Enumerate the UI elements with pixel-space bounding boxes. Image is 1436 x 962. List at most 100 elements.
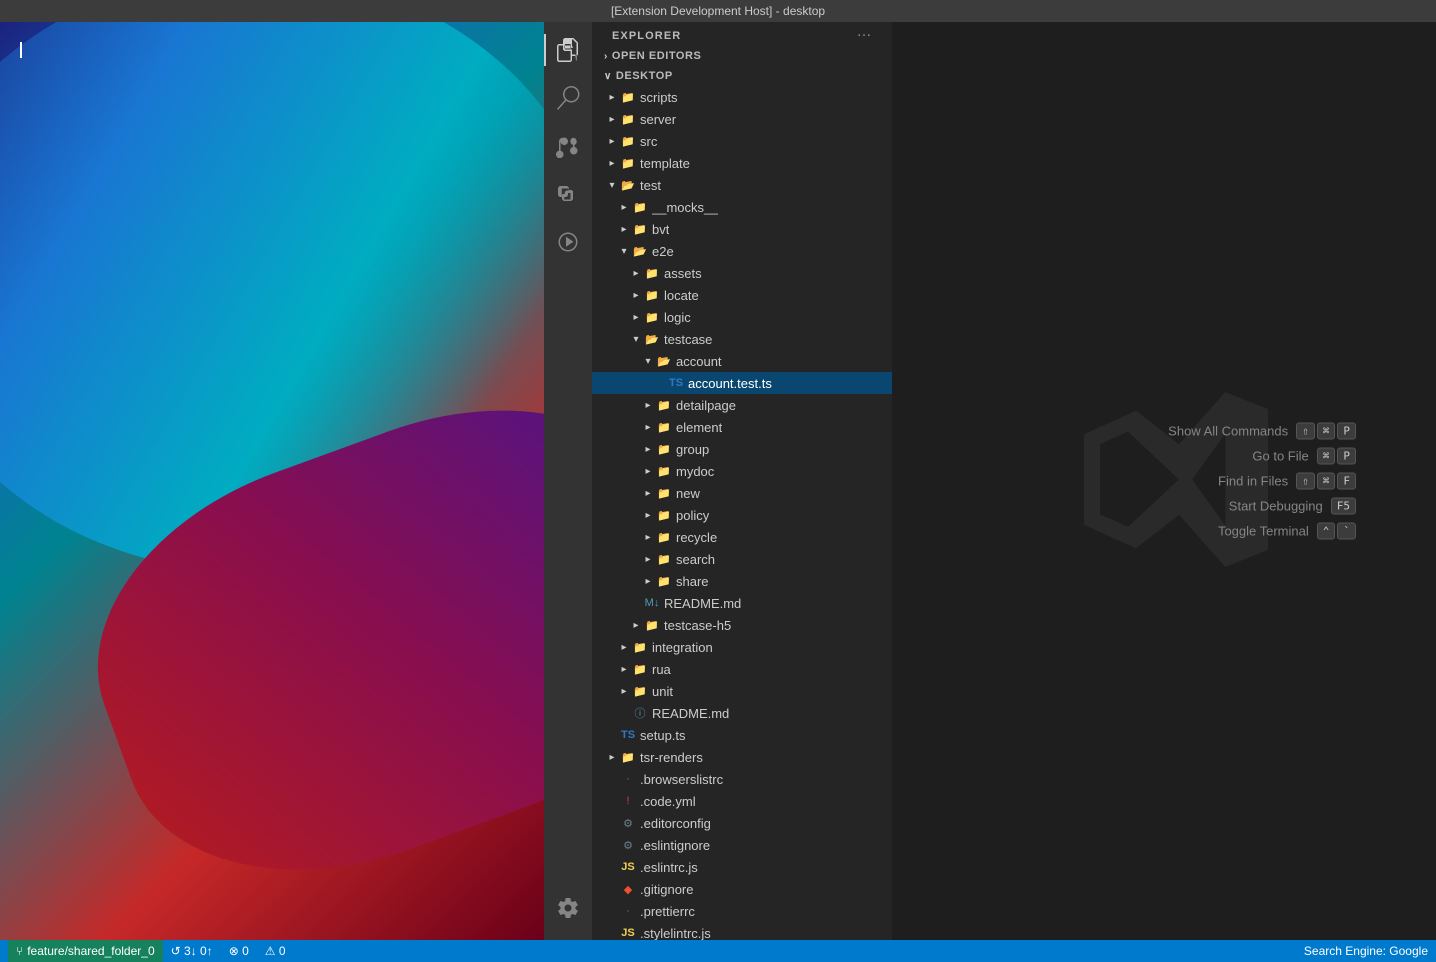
tree-item-logic[interactable]: ▸ 📁 logic (592, 306, 892, 328)
label-code-yml: .code.yml (640, 794, 696, 809)
icon-testcase-h5: 📁 (644, 617, 660, 633)
tree-item-__mocks__[interactable]: ▸ 📁 __mocks__ (592, 196, 892, 218)
tree-item-test[interactable]: ▾ 📂 test (592, 174, 892, 196)
label-stylelintrc: .stylelintrc.js (640, 926, 711, 941)
label-assets: assets (664, 266, 702, 281)
icon-group: 📁 (656, 441, 672, 457)
more-actions-icon[interactable]: ··· (858, 30, 872, 42)
tree-item-share[interactable]: ▸ 📁 share (592, 570, 892, 592)
icon-share: 📁 (656, 573, 672, 589)
folder-arrow-mydoc: ▸ (640, 466, 656, 477)
tree-item-assets[interactable]: ▸ 📁 assets (592, 262, 892, 284)
label-element: element (676, 420, 722, 435)
tree-item-README-root[interactable]: ⓘ README.md (592, 702, 892, 724)
tree-item-new[interactable]: ▸ 📁 new (592, 482, 892, 504)
tree-item-e2e[interactable]: ▾ 📂 e2e (592, 240, 892, 262)
toggle-terminal-label: Toggle Terminal (1218, 524, 1309, 539)
tree-item-testcase[interactable]: ▾ 📂 testcase (592, 328, 892, 350)
search-engine-label: Search Engine: Google (1304, 944, 1428, 958)
tree-item-eslintignore[interactable]: ⚙ .eslintignore (592, 834, 892, 856)
warnings-item[interactable]: ⚠ 0 (257, 940, 294, 962)
folder-arrow-tsr-renders: ▸ (604, 752, 620, 763)
tree-item-bvt[interactable]: ▸ 📁 bvt (592, 218, 892, 240)
folder-arrow-policy: ▸ (640, 510, 656, 521)
folder-arrow-template: ▸ (604, 158, 620, 169)
git-branch-item[interactable]: ⑂ feature/shared_folder_0 (8, 940, 163, 962)
status-bar-left: ⑂ feature/shared_folder_0 ↺ 3↓ 0↑ ⊗ 0 ⚠ … (0, 940, 294, 962)
source-control-activity-icon[interactable] (544, 122, 592, 170)
run-debug-activity-icon[interactable] (544, 218, 592, 266)
icon-__mocks__: 📁 (632, 199, 648, 215)
key-shift: ⇧ (1296, 423, 1315, 440)
label-template: template (640, 156, 690, 171)
tree-item-prettierrc[interactable]: · .prettierrc (592, 900, 892, 922)
label-account-test-ts: account.test.ts (688, 376, 772, 391)
tree-item-tsr-renders[interactable]: ▸ 📁 tsr-renders (592, 746, 892, 768)
search-icon (556, 86, 580, 110)
shortcut-find-in-files: Find in Files ⇧ ⌘ F (1168, 473, 1356, 490)
tree-item-README-md[interactable]: M↓ README.md (592, 592, 892, 614)
folder-arrow-testcase: ▾ (628, 334, 644, 345)
settings-activity-icon[interactable] (544, 884, 592, 932)
label-setup-ts: setup.ts (640, 728, 686, 743)
tree-item-gitignore[interactable]: ◆ .gitignore (592, 878, 892, 900)
tree-item-scripts[interactable]: ▸ 📁 scripts (592, 86, 892, 108)
go-to-file-label: Go to File (1252, 449, 1308, 464)
folder-arrow-share: ▸ (640, 576, 656, 587)
tree-item-code-yml[interactable]: ! .code.yml (592, 790, 892, 812)
start-debugging-keys: F5 (1331, 498, 1356, 515)
folder-arrow-integration: ▸ (616, 642, 632, 653)
icon-unit: 📁 (632, 683, 648, 699)
tree-item-template[interactable]: ▸ 📁 template (592, 152, 892, 174)
tree-item-account[interactable]: ▾ 📂 account (592, 350, 892, 372)
key-f: F (1337, 473, 1356, 490)
extensions-activity-icon[interactable] (544, 170, 592, 218)
open-editors-arrow: › (604, 51, 608, 62)
open-editors-label: Open Editors (612, 50, 702, 62)
icon-README-md: M↓ (644, 595, 660, 611)
tree-item-mydoc[interactable]: ▸ 📁 mydoc (592, 460, 892, 482)
tree-item-integration[interactable]: ▸ 📁 integration (592, 636, 892, 658)
open-editors-section[interactable]: › Open Editors (592, 46, 892, 66)
icon-test: 📂 (620, 177, 636, 193)
icon-stylelintrc: JS (620, 925, 636, 940)
tree-item-search[interactable]: ▸ 📁 search (592, 548, 892, 570)
tree-item-recycle[interactable]: ▸ 📁 recycle (592, 526, 892, 548)
tree-item-locate[interactable]: ▸ 📁 locate (592, 284, 892, 306)
tree-item-element[interactable]: ▸ 📁 element (592, 416, 892, 438)
toggle-terminal-keys: ⌃ ` (1317, 523, 1356, 540)
tree-item-detailpage[interactable]: ▸ 📁 detailpage (592, 394, 892, 416)
folder-arrow-account: ▾ (640, 356, 656, 367)
tree-item-stylelintrc[interactable]: JS .stylelintrc.js (592, 922, 892, 940)
tree-item-eslintrc[interactable]: JS .eslintrc.js (592, 856, 892, 878)
search-activity-icon[interactable] (544, 74, 592, 122)
start-debugging-label: Start Debugging (1229, 499, 1323, 514)
find-in-files-label: Find in Files (1218, 474, 1288, 489)
label-group: group (676, 442, 709, 457)
tree-item-editorconfig[interactable]: ⚙ .editorconfig (592, 812, 892, 834)
errors-item[interactable]: ⊗ 0 (221, 940, 257, 962)
desktop-section[interactable]: ∨ Desktop (592, 66, 892, 86)
sync-item[interactable]: ↺ 3↓ 0↑ (163, 940, 221, 962)
desktop-background (0, 22, 544, 940)
tree-item-group[interactable]: ▸ 📁 group (592, 438, 892, 460)
tree-item-browserslistrc[interactable]: · .browserslistrc (592, 768, 892, 790)
tree-item-testcase-h5[interactable]: ▸ 📁 testcase-h5 (592, 614, 892, 636)
tree-item-policy[interactable]: ▸ 📁 policy (592, 504, 892, 526)
tree-item-unit[interactable]: ▸ 📁 unit (592, 680, 892, 702)
label-editorconfig: .editorconfig (640, 816, 711, 831)
label-share: share (676, 574, 709, 589)
search-engine-item[interactable]: Search Engine: Google (1296, 940, 1436, 962)
label-testcase-h5: testcase-h5 (664, 618, 731, 633)
folder-arrow-server: ▸ (604, 114, 620, 125)
label-mydoc: mydoc (676, 464, 714, 479)
tree-item-setup-ts[interactable]: TS setup.ts (592, 724, 892, 746)
tree-item-server[interactable]: ▸ 📁 server (592, 108, 892, 130)
key-cmd3: ⌘ (1317, 473, 1336, 490)
gear-icon (556, 896, 580, 920)
tree-item-src[interactable]: ▸ 📁 src (592, 130, 892, 152)
explorer-activity-icon[interactable] (544, 26, 592, 74)
folder-arrow-testcase-h5: ▸ (628, 620, 644, 631)
tree-item-rua[interactable]: ▸ 📁 rua (592, 658, 892, 680)
tree-item-account-test-ts[interactable]: TS account.test.ts (592, 372, 892, 394)
